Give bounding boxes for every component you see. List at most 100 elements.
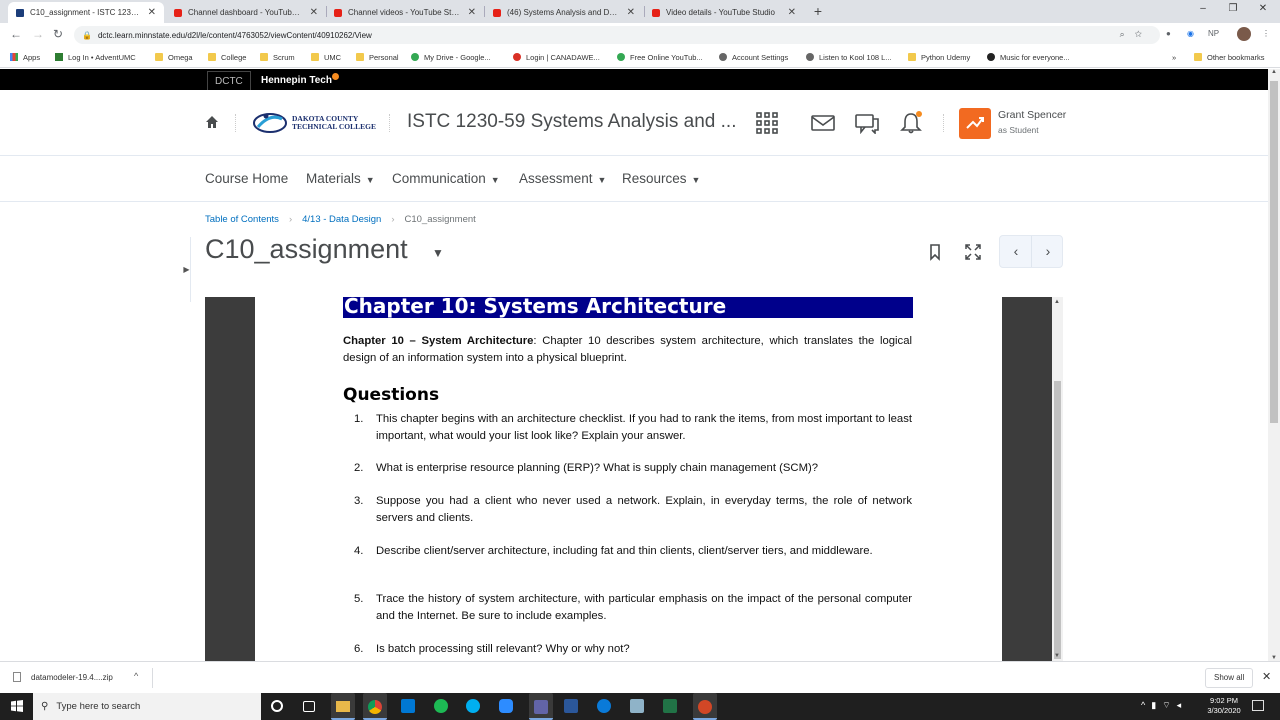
browser-tab[interactable]: Channel videos - YouTube Studio ✕ (326, 2, 484, 23)
scrollbar-thumb[interactable] (1054, 381, 1061, 659)
nav-resources[interactable]: Resources ▼ (622, 171, 700, 186)
browser-tab-active[interactable]: C10_assignment - ISTC 1230-59 Sy ✕ (8, 2, 164, 23)
powerpoint-icon[interactable] (693, 693, 717, 720)
course-title[interactable]: ISTC 1230-59 Systems Analysis and ... (407, 111, 737, 133)
download-item[interactable]: datamodeler-19.4....zip (13, 672, 113, 682)
bookmark[interactable]: Free Online YouTub... (617, 51, 703, 63)
next-topic-button[interactable]: › (1032, 236, 1064, 267)
extension-icon[interactable]: ◉ (1187, 29, 1194, 38)
bookmark[interactable]: My Drive - Google... (411, 51, 491, 63)
close-icon[interactable]: ✕ (1262, 670, 1271, 683)
more-bookmarks-button[interactable]: » (1172, 51, 1176, 63)
close-icon[interactable]: ✕ (788, 7, 796, 18)
bookmark[interactable]: Login | CANADAWE... (513, 51, 600, 63)
user-name[interactable]: Grant Spencer (998, 109, 1066, 121)
zoom-app-icon[interactable] (499, 699, 513, 713)
chevron-down-icon[interactable]: ▼ (432, 246, 444, 260)
address-bar[interactable]: 🔒 dctc.learn.minnstate.edu/d2l/le/conten… (74, 26, 1160, 44)
taskbar-search[interactable]: ⚲ Type here to search (33, 693, 261, 720)
impersonation-badge-icon[interactable] (959, 108, 991, 139)
bookmark[interactable]: Python Udemy (908, 51, 970, 63)
nav-assessment[interactable]: Assessment ▼ (519, 171, 606, 186)
breadcrumb-toc[interactable]: Table of Contents (205, 214, 279, 225)
document-viewer[interactable]: Chapter 10: Systems Architecture Chapter… (205, 297, 1063, 661)
system-tray[interactable]: ^▮⌔◂ (1141, 700, 1187, 711)
previous-topic-button[interactable]: ‹ (1000, 236, 1032, 267)
nav-materials[interactable]: Materials ▼ (306, 171, 375, 186)
nav-communication[interactable]: Communication ▼ (392, 171, 500, 186)
page-scrollbar[interactable]: ▲ ▼ (1268, 69, 1280, 661)
scroll-up-icon[interactable]: ▲ (1054, 299, 1060, 305)
excel-icon[interactable] (663, 699, 677, 713)
zoom-icon[interactable]: ⌕ (1120, 29, 1135, 39)
cortana-icon[interactable] (271, 700, 283, 712)
spotify-icon[interactable] (434, 699, 448, 713)
word-icon[interactable] (564, 699, 578, 713)
nav-course-home[interactable]: Course Home (205, 171, 288, 186)
close-icon[interactable]: ✕ (627, 7, 635, 18)
bookmark[interactable]: Omega (155, 51, 193, 63)
scroll-up-icon[interactable]: ▲ (1271, 69, 1277, 75)
restore-icon[interactable]: ❐ (1218, 3, 1248, 14)
show-all-button[interactable]: Show all (1205, 668, 1254, 688)
chrome-icon[interactable] (363, 693, 387, 720)
bookmark[interactable]: Log In • AdventUMC (55, 51, 136, 63)
browser-tab[interactable]: Channel dashboard - YouTube Studi ✕ (166, 2, 326, 23)
reload-icon[interactable]: ↻ (53, 27, 63, 41)
bookmark[interactable]: Music for everyone... (987, 51, 1070, 63)
breadcrumb-module[interactable]: 4/13 - Data Design (302, 214, 381, 225)
bookmark[interactable]: College (208, 51, 246, 63)
toc-toggle-icon[interactable]: ▶ (183, 237, 191, 302)
email-icon[interactable] (811, 112, 835, 134)
bookmark[interactable]: Personal (356, 51, 399, 63)
course-selector-grid-icon[interactable] (755, 112, 779, 134)
college-logo[interactable]: DAKOTA COUNTY TECHNICAL COLLEGE (252, 110, 376, 136)
chevron-up-icon[interactable]: ^ (1141, 700, 1151, 710)
scroll-down-icon[interactable]: ▼ (1054, 653, 1060, 659)
notifications-icon[interactable] (1252, 700, 1264, 711)
file-explorer-icon[interactable] (331, 693, 355, 720)
forward-icon[interactable]: → (32, 27, 44, 41)
microphone-icon[interactable]: ▮ (1151, 700, 1162, 710)
notepad-icon[interactable] (630, 699, 644, 713)
bookmark-apps[interactable]: Apps (10, 51, 40, 63)
scrollbar-thumb[interactable] (1270, 81, 1278, 423)
close-icon[interactable]: ✕ (468, 7, 476, 18)
chat-icon[interactable] (855, 112, 879, 134)
bookmark[interactable]: Account Settings (719, 51, 788, 63)
org-tab-dctc[interactable]: DCTC (207, 71, 251, 90)
youtube-icon (334, 8, 342, 17)
browser-tab[interactable]: Video details - YouTube Studio ✕ (644, 2, 804, 23)
window-close-icon[interactable]: ✕ (1248, 3, 1278, 14)
bookmark[interactable]: UMC (311, 51, 341, 63)
avatar[interactable] (1237, 27, 1251, 41)
taskbar-clock[interactable]: 9:02 PM 3/30/2020 (1204, 696, 1244, 716)
skype-icon[interactable] (466, 699, 480, 713)
bookmark[interactable]: Listen to Kool 108 L... (806, 51, 892, 63)
viewer-scrollbar[interactable]: ▲ ▼ (1052, 297, 1063, 661)
new-tab-button[interactable]: + (810, 3, 826, 19)
star-icon[interactable]: ☆ (1135, 29, 1152, 39)
chevron-up-icon[interactable]: ^ (134, 671, 138, 681)
fullscreen-icon[interactable] (964, 243, 982, 261)
mail-icon[interactable] (401, 699, 415, 713)
close-icon[interactable]: ✕ (148, 7, 156, 18)
minimize-icon[interactable]: – (1188, 3, 1218, 14)
volume-icon[interactable]: ◂ (1177, 700, 1188, 710)
browser-tab[interactable]: (46) Systems Analysis and Design ✕ (485, 2, 643, 23)
bookmark[interactable]: Scrum (260, 51, 295, 63)
other-bookmarks[interactable]: Other bookmarks (1194, 51, 1265, 63)
home-icon[interactable] (205, 115, 219, 129)
network-icon[interactable]: ⌔ (1162, 700, 1176, 710)
menu-icon[interactable]: ⋮ (1262, 29, 1270, 38)
profile-initials[interactable]: NP (1208, 29, 1219, 38)
close-icon[interactable]: ✕ (310, 7, 318, 18)
teams-icon[interactable] (529, 693, 553, 720)
bookmark-icon[interactable] (926, 243, 944, 261)
org-tab-hennepin[interactable]: Hennepin Tech (254, 71, 339, 90)
edge-icon[interactable] (597, 699, 611, 713)
back-icon[interactable]: ← (10, 27, 22, 41)
extension-icon[interactable]: ● (1166, 29, 1171, 38)
task-view-icon[interactable] (303, 701, 315, 712)
windows-start-icon[interactable] (11, 700, 23, 712)
